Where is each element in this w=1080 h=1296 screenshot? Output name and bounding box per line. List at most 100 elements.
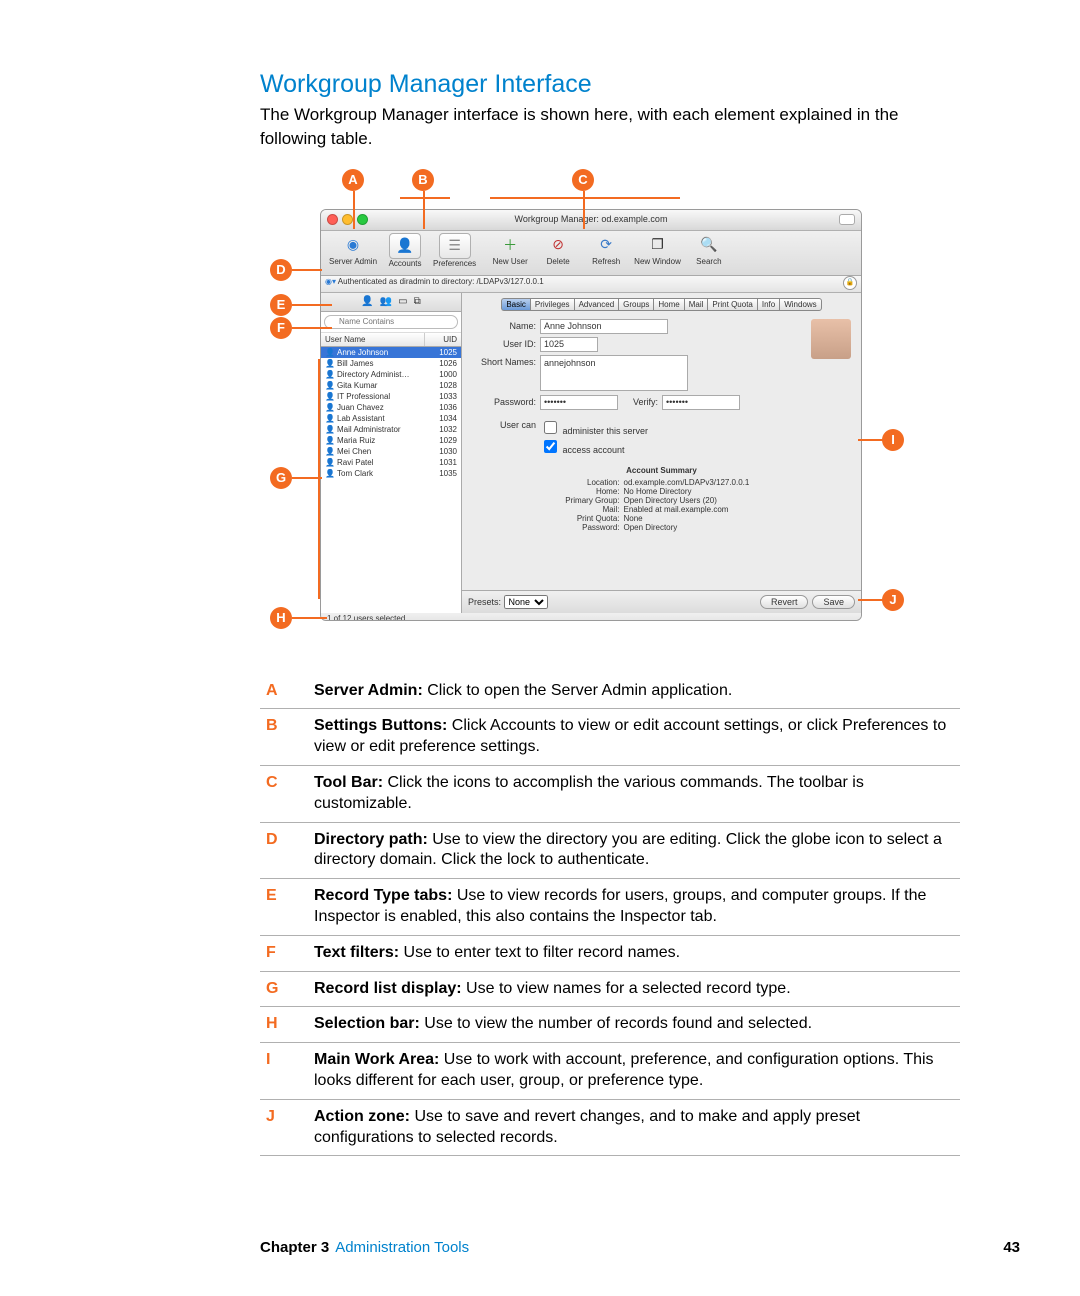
toolbar-toggle-icon[interactable] bbox=[839, 214, 855, 225]
users-tab-icon[interactable]: 👤 bbox=[361, 296, 373, 307]
server-admin-button[interactable]: ◉ Server Admin bbox=[325, 233, 381, 266]
refresh-label: Refresh bbox=[592, 257, 620, 266]
name-field[interactable]: Anne Johnson bbox=[540, 319, 668, 334]
chapter-number: Chapter 3 bbox=[260, 1239, 329, 1256]
new-window-button[interactable]: ❐ New Window bbox=[630, 233, 685, 266]
window-title: Workgroup Manager: od.example.com bbox=[321, 210, 861, 224]
account-summary: Account Summary Location:od.example.com/… bbox=[470, 466, 853, 532]
list-header[interactable]: User Name UID bbox=[321, 333, 461, 347]
computer-groups-tab-icon[interactable]: ⧉ bbox=[414, 296, 421, 307]
callout-description: Selection bar: Use to view the number of… bbox=[308, 1007, 960, 1043]
record-list[interactable]: 👤Anne Johnson1025👤Bill James1026👤Directo… bbox=[321, 347, 461, 613]
list-item[interactable]: 👤Gita Kumar1028 bbox=[321, 380, 461, 391]
accounts-button[interactable]: 👤 Accounts bbox=[381, 233, 429, 268]
shortnames-label: Short Names: bbox=[470, 355, 536, 367]
list-item[interactable]: 👤Lab Assistant1034 bbox=[321, 413, 461, 424]
callout-C: C bbox=[572, 169, 594, 191]
administer-checkbox[interactable] bbox=[544, 421, 557, 434]
tab-groups[interactable]: Groups bbox=[618, 298, 653, 311]
list-item[interactable]: 👤Ravi Patel1031 bbox=[321, 457, 461, 468]
computers-tab-icon[interactable]: ▭ bbox=[398, 296, 407, 307]
list-item[interactable]: 👤IT Professional1033 bbox=[321, 391, 461, 402]
callout-letter: D bbox=[260, 822, 308, 879]
callout-description: Text filters: Use to enter text to filte… bbox=[308, 935, 960, 971]
app-window: Workgroup Manager: od.example.com ◉ Serv… bbox=[320, 209, 862, 621]
search-button[interactable]: 🔍 Search bbox=[685, 233, 733, 266]
presets-label: Presets: bbox=[468, 597, 501, 607]
search-input[interactable] bbox=[324, 315, 458, 329]
verify-field[interactable]: ••••••• bbox=[662, 395, 740, 410]
tab-advanced[interactable]: Advanced bbox=[574, 298, 619, 311]
groups-tab-icon[interactable]: 👥 bbox=[380, 296, 392, 307]
usercan-label: User can bbox=[470, 418, 536, 430]
callout-letter: E bbox=[260, 879, 308, 936]
selection-status-bar: 1 of 12 users selected bbox=[321, 613, 861, 621]
delete-button[interactable]: ⊘ Delete bbox=[534, 233, 582, 266]
list-item[interactable]: 👤Mei Chen1030 bbox=[321, 446, 461, 457]
user-photo[interactable] bbox=[811, 319, 851, 359]
close-icon[interactable] bbox=[327, 214, 338, 225]
callout-letter: H bbox=[260, 1007, 308, 1043]
left-pane: 👤 👥 ▭ ⧉ User Name UID 👤Anne Johnson1025👤… bbox=[321, 293, 462, 613]
callout-letter: I bbox=[260, 1043, 308, 1100]
callout-description: Tool Bar: Click the icons to accomplish … bbox=[308, 765, 960, 822]
new-user-button[interactable]: ＋ New User bbox=[486, 233, 534, 266]
tab-info[interactable]: Info bbox=[757, 298, 779, 311]
tab-basic[interactable]: Basic bbox=[501, 298, 530, 311]
list-item[interactable]: 👤Maria Ruiz1029 bbox=[321, 435, 461, 446]
callout-G: G bbox=[270, 467, 292, 489]
callout-H: H bbox=[270, 607, 292, 629]
accounts-label: Accounts bbox=[389, 259, 422, 268]
access-label: access account bbox=[563, 445, 625, 455]
list-item[interactable]: 👤Mail Administrator1032 bbox=[321, 424, 461, 435]
callout-description-table: AServer Admin: Click to open the Server … bbox=[260, 674, 960, 1157]
directory-path-bar: ◉▾ Authenticated as diradmin to director… bbox=[321, 276, 861, 293]
annotated-screenshot: A B C D E F G H I J bbox=[260, 169, 900, 649]
password-label: Password: bbox=[470, 395, 536, 407]
callout-letter: C bbox=[260, 765, 308, 822]
list-item[interactable]: 👤Anne Johnson1025 bbox=[321, 347, 461, 358]
action-bar: Presets: None Revert Save bbox=[462, 590, 861, 613]
record-type-tabs[interactable]: 👤 👥 ▭ ⧉ bbox=[321, 293, 461, 312]
list-item[interactable]: 👤Directory Administ…1000 bbox=[321, 369, 461, 380]
callout-D: D bbox=[270, 259, 292, 281]
list-item[interactable]: 👤Tom Clark1035 bbox=[321, 468, 461, 479]
tab-home[interactable]: Home bbox=[653, 298, 683, 311]
list-item[interactable]: 👤Bill James1026 bbox=[321, 358, 461, 369]
list-item[interactable]: 👤Juan Chavez1036 bbox=[321, 402, 461, 413]
userid-field[interactable]: 1025 bbox=[540, 337, 598, 352]
search-filter bbox=[321, 312, 461, 333]
callout-letter: A bbox=[260, 674, 308, 709]
administer-label: administer this server bbox=[563, 426, 649, 436]
callout-description: Record Type tabs: Use to view records fo… bbox=[308, 879, 960, 936]
tab-mail[interactable]: Mail bbox=[684, 298, 708, 311]
revert-button[interactable]: Revert bbox=[760, 595, 809, 609]
minimize-icon[interactable] bbox=[342, 214, 353, 225]
col-user-name[interactable]: User Name bbox=[321, 333, 425, 346]
password-field[interactable]: ••••••• bbox=[540, 395, 618, 410]
delete-label: Delete bbox=[547, 257, 570, 266]
preferences-label: Preferences bbox=[433, 259, 476, 268]
toolbar: ◉ Server Admin 👤 Accounts ☰ Preferences … bbox=[321, 231, 861, 276]
callout-description: Main Work Area: Use to work with account… bbox=[308, 1043, 960, 1100]
callout-letter: B bbox=[260, 709, 308, 766]
zoom-icon[interactable] bbox=[357, 214, 368, 225]
lock-icon[interactable]: 🔒 bbox=[843, 276, 857, 290]
preferences-button[interactable]: ☰ Preferences bbox=[429, 233, 480, 268]
access-checkbox[interactable] bbox=[544, 440, 557, 453]
callout-description: Directory path: Use to view the director… bbox=[308, 822, 960, 879]
tab-privileges[interactable]: Privileges bbox=[530, 298, 574, 311]
col-uid[interactable]: UID bbox=[425, 333, 461, 346]
tab-print-quota[interactable]: Print Quota bbox=[707, 298, 756, 311]
server-admin-label: Server Admin bbox=[329, 257, 377, 266]
callout-I: I bbox=[882, 429, 904, 451]
refresh-button[interactable]: ⟳ Refresh bbox=[582, 233, 630, 266]
shortnames-field[interactable]: annejohnson bbox=[540, 355, 688, 391]
user-tabs[interactable]: BasicPrivilegesAdvancedGroupsHomeMailPri… bbox=[462, 293, 861, 313]
save-button[interactable]: Save bbox=[812, 595, 855, 609]
new-user-label: New User bbox=[493, 257, 528, 266]
directory-path-text: Authenticated as diradmin to directory: … bbox=[338, 277, 544, 286]
presets-select[interactable]: None bbox=[504, 595, 548, 609]
tab-windows[interactable]: Windows bbox=[779, 298, 821, 311]
titlebar: Workgroup Manager: od.example.com bbox=[321, 210, 861, 231]
